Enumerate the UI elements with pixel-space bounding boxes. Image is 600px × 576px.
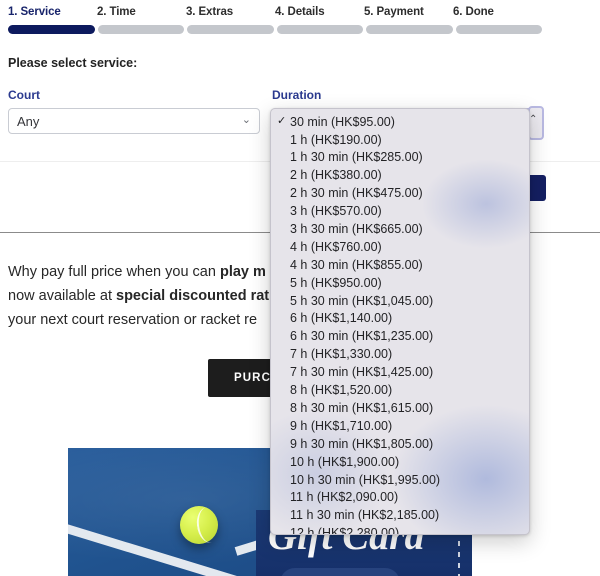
progress-segment-service — [8, 25, 95, 34]
step-label-time: 2. Time — [97, 6, 136, 18]
promo-line1-b: play m — [219, 264, 266, 280]
step-item-payment[interactable]: 5. Payment — [364, 6, 453, 18]
duration-option-label: 11 h 30 min (HK$2,185.00) — [290, 508, 440, 523]
duration-option-label: 2 h (HK$380.00) — [290, 168, 382, 183]
chevron-down-icon: ⌄ — [241, 113, 251, 126]
step-label-service: 1. Service — [8, 6, 61, 18]
duration-option[interactable]: 3 h (HK$570.00) — [271, 202, 529, 220]
duration-option-list: ✓ 30 min (HK$95.00) 1 h (HK$190.00) 1 h 30 … — [271, 109, 529, 535]
step-item-done[interactable]: 6. Done — [453, 6, 542, 18]
duration-option[interactable]: 5 h 30 min (HK$1,045.00) — [271, 292, 529, 310]
duration-option-label: 1 h 30 min (HK$285.00) — [290, 150, 423, 165]
tennis-ball-icon — [180, 505, 224, 545]
checkout-steps-labels: 1. Service 2. Time 3. Extras 4. Details … — [8, 6, 542, 18]
duration-option-label: 6 h 30 min (HK$1,235.00) — [290, 329, 434, 344]
duration-option-label: 1 h (HK$190.00) — [290, 132, 382, 147]
duration-option[interactable]: 9 h 30 min (HK$1,805.00) — [271, 435, 529, 453]
duration-option-label: 5 h (HK$950.00) — [290, 275, 382, 290]
checkout-progress-track — [8, 25, 542, 34]
giftcard-chip — [280, 568, 400, 576]
duration-option-label: 6 h (HK$1,140.00) — [290, 311, 393, 326]
duration-option[interactable]: 10 h (HK$1,900.00) — [271, 453, 529, 471]
progress-segment-time — [97, 25, 184, 34]
duration-option[interactable]: 7 h 30 min (HK$1,425.00) — [271, 363, 529, 381]
promo-line3: your next court reservation or racket re — [8, 312, 258, 328]
step-item-service[interactable]: 1. Service — [8, 6, 97, 18]
duration-option-label: 2 h 30 min (HK$475.00) — [290, 186, 423, 201]
tennis-ball-seam — [194, 505, 224, 545]
duration-option[interactable]: 5 h (HK$950.00) — [271, 274, 529, 292]
duration-option[interactable]: 2 h 30 min (HK$475.00) — [271, 185, 529, 203]
step-label-payment: 5. Payment — [364, 6, 424, 18]
duration-option-label: 3 h 30 min (HK$665.00) — [290, 222, 423, 237]
duration-option[interactable]: 8 h 30 min (HK$1,615.00) — [271, 399, 529, 417]
duration-option[interactable]: 9 h (HK$1,710.00) — [271, 417, 529, 435]
step-label-done: 6. Done — [453, 6, 494, 18]
duration-option-label: 5 h 30 min (HK$1,045.00) — [290, 293, 434, 308]
duration-option-label: 10 h 30 min (HK$1,995.00) — [290, 472, 441, 487]
duration-option[interactable]: 11 h 30 min (HK$2,185.00) — [271, 507, 529, 525]
duration-option-label: 4 h 30 min (HK$855.00) — [290, 257, 423, 272]
duration-option[interactable]: 12 h (HK$2,280.00) — [271, 524, 529, 535]
duration-option[interactable]: 1 h 30 min (HK$285.00) — [271, 149, 529, 167]
duration-label: Duration — [272, 88, 322, 102]
duration-option-label: 30 min (HK$95.00) — [290, 114, 395, 129]
duration-option-label: 8 h 30 min (HK$1,615.00) — [290, 400, 434, 415]
step-item-details[interactable]: 4. Details — [275, 6, 364, 18]
promo-line2-b: special discounted rat — [116, 288, 270, 304]
duration-option[interactable]: 1 h (HK$190.00) — [271, 131, 529, 149]
duration-option-label: 8 h (HK$1,520.00) — [290, 383, 393, 398]
court-select[interactable]: Any ⌄ — [8, 108, 260, 134]
duration-dropdown-popup[interactable]: ✓ 30 min (HK$95.00) 1 h (HK$190.00) 1 h 30 … — [270, 108, 530, 535]
duration-option[interactable]: 4 h 30 min (HK$855.00) — [271, 256, 529, 274]
progress-segment-extras — [187, 25, 274, 34]
duration-option-label: 4 h (HK$760.00) — [290, 239, 382, 254]
duration-option[interactable]: 8 h (HK$1,520.00) — [271, 381, 529, 399]
duration-option-label: 10 h (HK$1,900.00) — [290, 454, 400, 469]
progress-segment-payment — [366, 25, 453, 34]
duration-option[interactable]: 7 h (HK$1,330.00) — [271, 346, 529, 364]
duration-option-label: 3 h (HK$570.00) — [290, 204, 382, 219]
check-icon: ✓ — [277, 115, 287, 128]
step-label-extras: 3. Extras — [186, 6, 234, 18]
duration-option[interactable]: 10 h 30 min (HK$1,995.00) — [271, 471, 529, 489]
step-item-extras[interactable]: 3. Extras — [186, 6, 275, 18]
duration-option[interactable]: 2 h (HK$380.00) — [271, 167, 529, 185]
duration-option-label: 7 h 30 min (HK$1,425.00) — [290, 365, 434, 380]
form-instruction: Please select service: — [8, 56, 138, 70]
duration-option[interactable]: 4 h (HK$760.00) — [271, 238, 529, 256]
promo-line1-a: Why pay full price when you can — [8, 264, 220, 280]
duration-option-label: 11 h (HK$2,090.00) — [290, 490, 399, 505]
progress-segment-done — [455, 25, 542, 34]
step-label-details: 4. Details — [275, 6, 325, 18]
checkout-steps: 1. Service 2. Time 3. Extras 4. Details … — [8, 6, 542, 34]
step-item-time[interactable]: 2. Time — [97, 6, 186, 18]
court-select-value: Any — [17, 113, 40, 129]
duration-option-label: 9 h 30 min (HK$1,805.00) — [290, 436, 434, 451]
duration-option[interactable]: 3 h 30 min (HK$665.00) — [271, 220, 529, 238]
duration-option[interactable]: 6 h (HK$1,140.00) — [271, 310, 529, 328]
court-label: Court — [8, 88, 40, 102]
duration-option[interactable]: ✓ 30 min (HK$95.00) — [271, 113, 529, 131]
promo-line2-a: now available at — [8, 288, 117, 304]
duration-option-label: 9 h (HK$1,710.00) — [290, 418, 393, 433]
duration-option[interactable]: 11 h (HK$2,090.00) — [271, 489, 529, 507]
duration-option-label: 7 h (HK$1,330.00) — [290, 347, 393, 362]
court-field: Court Any ⌄ — [8, 88, 260, 134]
chevron-updown-icon: ⌃ — [529, 114, 538, 125]
duration-option[interactable]: 6 h 30 min (HK$1,235.00) — [271, 328, 529, 346]
duration-option-label: 12 h (HK$2,280.00) — [290, 526, 400, 535]
progress-segment-details — [276, 25, 363, 34]
